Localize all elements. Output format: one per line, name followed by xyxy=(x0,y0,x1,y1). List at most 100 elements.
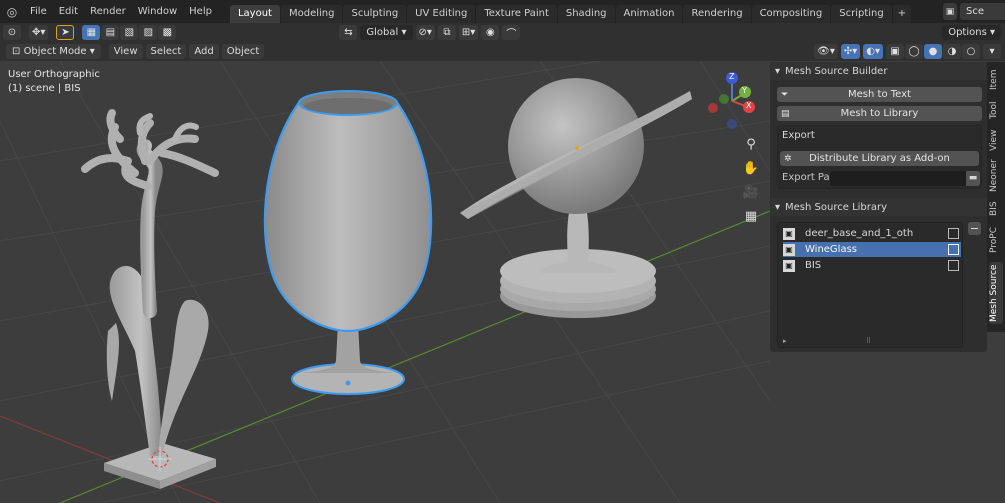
resize-grip-icon[interactable]: ⠿ xyxy=(866,337,871,345)
navigation-gizmo[interactable]: Z Y X xyxy=(700,69,760,129)
viewport-menu-object[interactable]: Object xyxy=(221,44,265,59)
tab-modeling[interactable]: Modeling xyxy=(280,5,343,23)
tab-sculpting[interactable]: Sculpting xyxy=(343,5,407,23)
sidetab-neoner[interactable]: Neoner xyxy=(989,156,1003,196)
tool-settings-bar: ⊙ ✥▾ ➤ ▦ ▤ ▧ ▨ ▩ ⇆ Global ▾ ⊘▾ ⧉ ⊞▾ ◉ ⌒ … xyxy=(0,23,1005,42)
gear-icon: ✲ xyxy=(784,154,792,164)
distribute-addon-button[interactable]: ✲ Distribute Library as Add-on xyxy=(780,151,979,166)
solid-shading-icon[interactable]: ● xyxy=(924,44,942,59)
list-item[interactable]: ▣ BIS xyxy=(783,258,961,273)
folder-icon[interactable]: ▬ xyxy=(966,171,980,186)
pivot-icon[interactable]: ⊘▾ xyxy=(415,25,435,40)
proportional-edit-icon[interactable]: ◉ xyxy=(481,25,500,40)
viewport-menu-view[interactable]: View xyxy=(108,44,143,59)
blender-logo-icon[interactable]: ◎ xyxy=(0,0,24,23)
scene-icon[interactable]: ▣ xyxy=(943,3,957,20)
sidetab-bis[interactable]: BIS xyxy=(989,198,1003,220)
select-mode-extend-icon[interactable]: ▤ xyxy=(101,25,120,40)
mesh-to-text-button[interactable]: ⏷ Mesh to Text xyxy=(777,87,982,102)
tab-compositing[interactable]: Compositing xyxy=(751,5,831,23)
library-icon: ▤ xyxy=(781,109,790,119)
overlay-toggle-icon[interactable]: ◐▾ xyxy=(863,44,883,59)
visibility-icon[interactable]: 👁▾ xyxy=(814,44,838,59)
object-icon[interactable] xyxy=(948,244,959,255)
orientation-dropdown[interactable]: Global ▾ xyxy=(360,25,413,40)
menu-file[interactable]: File xyxy=(24,0,53,23)
list-item-label: WineGlass xyxy=(805,244,858,255)
mesh-source-builder-header[interactable]: ▾ Mesh Source Builder xyxy=(770,62,987,80)
saturn-object[interactable] xyxy=(460,78,692,318)
menu-edit[interactable]: Edit xyxy=(53,0,84,23)
workspace-tabs: Layout Modeling Sculpting UV Editing Tex… xyxy=(229,0,912,23)
dash-icon xyxy=(971,228,978,229)
library-list: ▣ deer_base_and_1_oth ▣ WineGlass ▣ BIS … xyxy=(777,222,963,348)
snap-icon[interactable]: ⧉ xyxy=(437,25,456,40)
snap-target-icon[interactable]: ⊞▾ xyxy=(458,25,479,40)
options-dropdown[interactable]: Options ▾ xyxy=(942,25,1001,40)
sidetab-propc[interactable]: ProPC xyxy=(989,222,1003,258)
orientation-label: Global xyxy=(366,27,399,38)
collapse-arrow-icon: ▾ xyxy=(775,201,781,213)
sidetab-view[interactable]: View xyxy=(989,126,1003,154)
select-mode-subtract-icon[interactable]: ▧ xyxy=(120,25,139,40)
wineglass-object[interactable] xyxy=(263,90,433,395)
rendered-shading-icon[interactable]: ○ xyxy=(962,44,980,59)
list-item-label: BIS xyxy=(805,260,822,271)
list-item-label: deer_base_and_1_oth xyxy=(805,228,914,239)
list-item[interactable]: ▣ deer_base_and_1_oth xyxy=(783,226,961,241)
sidetab-item[interactable]: Item xyxy=(989,66,1003,94)
select-mode-intersect-icon[interactable]: ▩ xyxy=(158,25,177,40)
zoom-icon[interactable]: ⚲ xyxy=(740,133,762,155)
mesh-data-icon: ▣ xyxy=(783,243,795,256)
sidetab-mesh-source[interactable]: Mesh Source xyxy=(989,262,1003,324)
mesh-to-library-button[interactable]: ▤ Mesh to Library xyxy=(777,106,982,121)
grid-view-icon[interactable]: ▦ xyxy=(740,205,762,227)
shading-options-icon[interactable]: ▾ xyxy=(983,44,1001,59)
gizmo-toggle-icon[interactable]: ✣▾ xyxy=(840,44,861,59)
deer-object[interactable] xyxy=(81,109,219,489)
menu-render[interactable]: Render xyxy=(84,0,132,23)
menu-help[interactable]: Help xyxy=(183,0,218,23)
tab-texture-paint[interactable]: Texture Paint xyxy=(476,5,557,23)
tab-layout[interactable]: Layout xyxy=(229,5,280,23)
falloff-icon[interactable]: ⌒ xyxy=(502,25,521,40)
mode-dropdown[interactable]: ⊡ Object Mode ▾ xyxy=(6,44,101,59)
tab-scripting[interactable]: Scripting xyxy=(831,5,892,23)
list-item-selected[interactable]: ▣ WineGlass xyxy=(783,242,961,257)
object-icon[interactable] xyxy=(948,260,959,271)
mesh-source-library-header[interactable]: ▾ Mesh Source Library xyxy=(770,198,987,216)
tab-shading[interactable]: Shading xyxy=(557,5,615,23)
tab-animation[interactable]: Animation xyxy=(615,5,683,23)
editor-type-icon[interactable]: ⊙ xyxy=(3,25,21,40)
tab-rendering[interactable]: Rendering xyxy=(683,5,751,23)
menu-window[interactable]: Window xyxy=(132,0,183,23)
material-shading-icon[interactable]: ◑ xyxy=(943,44,961,59)
scene-selector[interactable]: Sce xyxy=(960,3,1005,20)
export-path-input[interactable] xyxy=(830,171,966,186)
options-label: Options xyxy=(948,27,987,38)
orientation-icon: ⇆ xyxy=(339,25,358,40)
sidebar-tabs: Item Tool View Neoner BIS ProPC Mesh Sou… xyxy=(987,62,1005,332)
pan-hand-icon[interactable]: ✋ xyxy=(740,157,762,179)
wireframe-shading-icon[interactable]: ◯ xyxy=(905,44,923,59)
viewport-menu-select[interactable]: Select xyxy=(145,44,187,59)
tab-uv-editing[interactable]: UV Editing xyxy=(407,5,476,23)
expand-arrow-icon[interactable]: ▸ xyxy=(783,337,787,345)
select-mode-new-icon[interactable]: ▦ xyxy=(82,25,101,40)
select-mode-invert-icon[interactable]: ▨ xyxy=(139,25,158,40)
select-cursor-icon[interactable]: ➤ xyxy=(56,25,75,40)
export-box: Export ✲ Distribute Library as Add-on Ex… xyxy=(777,125,982,189)
top-bar: ◎ File Edit Render Window Help Layout Mo… xyxy=(0,0,1005,23)
collapse-arrow-icon: ▾ xyxy=(775,65,781,77)
mesh-to-text-label: Mesh to Text xyxy=(848,89,911,100)
xray-icon[interactable]: ▣ xyxy=(886,44,904,59)
mesh-to-library-label: Mesh to Library xyxy=(840,108,919,119)
mode-label: Object Mode xyxy=(23,46,87,57)
viewport-menu-add[interactable]: Add xyxy=(189,44,219,59)
transform-tool-icon[interactable]: ✥▾ xyxy=(29,25,49,40)
object-icon[interactable] xyxy=(948,228,959,239)
sidetab-tool[interactable]: Tool xyxy=(989,96,1003,124)
list-menu-button[interactable] xyxy=(968,222,981,235)
camera-icon[interactable]: 🎥 xyxy=(740,181,762,203)
add-workspace-button[interactable]: + xyxy=(892,5,912,23)
